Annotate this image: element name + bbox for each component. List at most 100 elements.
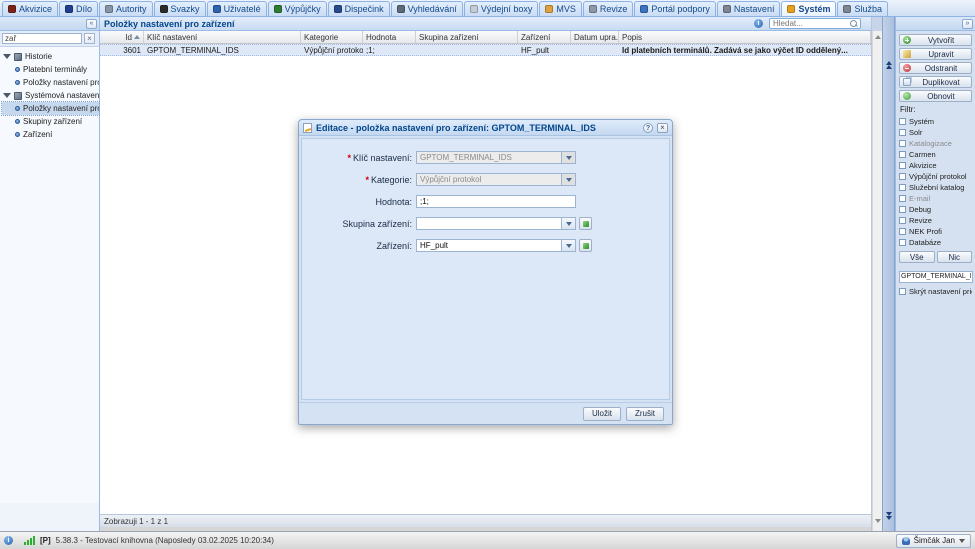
refresh-button[interactable]: Obnovit — [899, 90, 972, 102]
checkbox-icon[interactable] — [899, 129, 906, 136]
filter-search-input[interactable] — [899, 271, 973, 283]
search-icon[interactable] — [849, 19, 858, 28]
chevron-down-icon[interactable] — [561, 240, 575, 251]
column-header-key[interactable]: Klíč nastavení — [144, 31, 301, 43]
create-button[interactable]: Vytvořit — [899, 34, 972, 46]
delete-button[interactable]: Odstranit — [899, 62, 972, 74]
filter-checkbox-databaze[interactable]: Databáze — [899, 237, 972, 248]
checkbox-icon[interactable] — [899, 288, 906, 295]
column-header-id[interactable]: Id — [100, 31, 144, 43]
scroll-down-icon[interactable] — [875, 519, 881, 523]
checkbox-icon[interactable] — [899, 173, 906, 180]
tab-akvizice[interactable]: Akvizice — [2, 1, 58, 16]
filter-checkbox-email[interactable]: E-mail — [899, 193, 972, 204]
tree-node-polozky-nastaveni-historie[interactable]: Položky nastavení pro zařízení — [2, 76, 99, 89]
tab-portal-podpory[interactable]: Portál podpory — [634, 1, 716, 16]
tab-autority[interactable]: Autority — [99, 1, 153, 16]
loans-icon — [274, 5, 282, 13]
support-icon — [640, 5, 648, 13]
select-all-button[interactable]: Vše — [899, 251, 935, 263]
scroll-up-icon[interactable] — [875, 35, 881, 39]
cancel-button[interactable]: Zrušit — [626, 407, 664, 421]
dialog-title-bar[interactable]: Editace - položka nastavení pro zařízení… — [299, 120, 672, 136]
column-header-description[interactable]: Popis — [619, 31, 871, 43]
clear-filter-icon[interactable] — [84, 33, 95, 44]
collapse-sidebar-button[interactable] — [86, 19, 97, 29]
tree-filter-input[interactable] — [2, 33, 82, 44]
filter-checkbox-nek-profi[interactable]: NEK Profi — [899, 226, 972, 237]
checkbox-icon[interactable] — [899, 184, 906, 191]
value-input[interactable] — [416, 195, 576, 208]
tab-vydejni-boxy[interactable]: Výdejní boxy — [464, 1, 539, 16]
checkbox-icon[interactable] — [899, 162, 906, 169]
tab-uzivatele[interactable]: Uživatelé — [207, 1, 267, 16]
info-icon[interactable] — [4, 536, 13, 545]
tab-sluzba[interactable]: Služba — [837, 1, 888, 16]
filter-checkbox-vypujcni-protokol[interactable]: Výpůjční protokol — [899, 171, 972, 182]
grid-title: Položky nastavení pro zařízení — [104, 19, 754, 29]
user-menu-button[interactable]: Šimčák Jan — [896, 534, 971, 548]
device-picker-button[interactable] — [579, 239, 592, 252]
grid-vertical-scrollbar[interactable] — [872, 31, 882, 531]
checkbox-icon[interactable] — [899, 151, 906, 158]
search-input[interactable] — [770, 19, 849, 28]
tree-node-historie[interactable]: Historie — [2, 50, 99, 63]
filter-checkbox-revize[interactable]: Revize — [899, 215, 972, 226]
group-picker-button[interactable] — [579, 217, 592, 230]
group-input[interactable] — [417, 218, 561, 229]
group-combo[interactable] — [416, 217, 576, 230]
tab-svazky[interactable]: Svazky — [154, 1, 206, 16]
filter-checkbox-akvizice[interactable]: Akvizice — [899, 160, 972, 171]
checkbox-icon[interactable] — [899, 217, 906, 224]
expander-icon[interactable] — [3, 54, 11, 59]
select-none-button[interactable]: Nic — [937, 251, 973, 263]
tab-dilo[interactable]: Dílo — [59, 1, 98, 16]
tab-vyhledavani[interactable]: Vyhledávání — [391, 1, 463, 16]
filter-checkbox-solr[interactable]: Solr — [899, 127, 972, 138]
close-icon[interactable] — [657, 123, 668, 133]
hide-priority-checkbox[interactable]: Skrýt nastavení priority — [899, 286, 972, 297]
checkbox-icon[interactable] — [899, 118, 906, 125]
checkbox-icon[interactable] — [899, 140, 906, 147]
jump-top-icon[interactable] — [886, 61, 893, 70]
device-input[interactable] — [417, 240, 561, 251]
expander-icon[interactable] — [3, 93, 11, 98]
category-combo — [416, 173, 576, 186]
filter-checkbox-carmen[interactable]: Carmen — [899, 149, 972, 160]
tree-node-skupiny-zarizeni[interactable]: Skupiny zařízení — [2, 115, 99, 128]
tab-mvs[interactable]: MVS — [539, 1, 582, 16]
tab-revize[interactable]: Revize — [583, 1, 634, 16]
chevron-down-icon[interactable] — [561, 218, 575, 229]
table-row[interactable]: 3601 GPTOM_TERMINAL_IDS Výpůjční protoko… — [100, 44, 871, 56]
checkbox-icon[interactable] — [899, 195, 906, 202]
filter-checkbox-debug[interactable]: Debug — [899, 204, 972, 215]
column-header-updated[interactable]: Datum upra... — [571, 31, 619, 43]
checkbox-icon[interactable] — [899, 228, 906, 235]
info-icon[interactable] — [754, 19, 763, 28]
checkbox-icon[interactable] — [899, 206, 906, 213]
column-header-value[interactable]: Hodnota — [363, 31, 416, 43]
tab-vypujcky[interactable]: Výpůjčky — [268, 1, 327, 16]
save-button[interactable]: Uložit — [583, 407, 621, 421]
filter-checkbox-system[interactable]: Systém — [899, 116, 972, 127]
column-header-device[interactable]: Zařízení — [518, 31, 571, 43]
help-icon[interactable] — [643, 123, 653, 133]
column-header-category[interactable]: Kategorie — [301, 31, 363, 43]
jump-bottom-icon[interactable] — [886, 512, 893, 521]
tree-node-polozky-nastaveni[interactable]: Položky nastavení pro zařízení — [2, 102, 99, 115]
tab-nastaveni[interactable]: Nastavení — [717, 1, 781, 16]
device-combo[interactable] — [416, 239, 576, 252]
column-header-group[interactable]: Skupina zařízení — [416, 31, 518, 43]
filter-checkbox-sluzebni-katalog[interactable]: Služební katalog — [899, 182, 972, 193]
edit-button[interactable]: Upravit — [899, 48, 972, 60]
tree-node-zarizeni[interactable]: Zařízení — [2, 128, 99, 141]
filter-checkbox-katalogizace[interactable]: Katalogizace — [899, 138, 972, 149]
tab-system[interactable]: Systém — [781, 1, 836, 16]
collapsed-panel-strip[interactable] — [882, 17, 895, 531]
tree-node-systemova-nastaveni[interactable]: Systémová nastavení — [2, 89, 99, 102]
collapse-panel-button[interactable] — [962, 19, 973, 29]
checkbox-icon[interactable] — [899, 239, 906, 246]
tab-dispecink[interactable]: Dispečink — [328, 1, 390, 16]
duplicate-button[interactable]: Duplikovat — [899, 76, 972, 88]
tree-node-platebni-terminaly[interactable]: Platební terminály — [2, 63, 99, 76]
